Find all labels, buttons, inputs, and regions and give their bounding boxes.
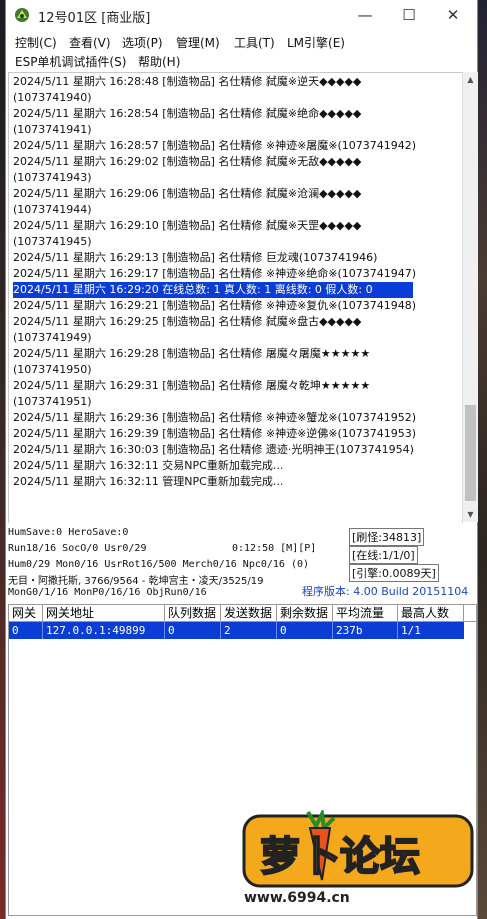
header-sent[interactable]: 发送数据 [221, 605, 277, 621]
log-line-selected[interactable]: 2024/5/11 星期六 16:29:20 在线总数: 1 真人数: 1 离线… [13, 282, 413, 298]
log-line: (1073741943) [13, 171, 92, 184]
cell-max-users: 1/1 [401, 624, 421, 637]
version-label: 程序版本: 4.00 Build 20151104 [302, 585, 469, 598]
log-line: 2024/5/11 星期六 16:28:48 [制造物品] 名仕精修 弑魔※逆天… [13, 75, 362, 88]
log-line: 2024/5/11 星期六 16:28:54 [制造物品] 名仕精修 弑魔※绝命… [13, 107, 362, 120]
online-count-box: [在线:1/1/0] [349, 546, 418, 564]
status-hum-counts: Hum0/29 Mon0/16 UsrRot16/500 Merch0/16 N… [8, 559, 310, 570]
menu-esp-plugin[interactable]: ESP单机调试插件(S) [15, 53, 126, 70]
menu-help[interactable]: 帮助(H) [138, 53, 180, 70]
status-boss-line: 无目・阿撒托斯, 3766/9564 - 乾坤宫主・凌天/3525/19 [8, 576, 264, 587]
cell-queue: 0 [165, 622, 221, 639]
log-line: 2024/5/11 星期六 16:29:36 [制造物品] 名仕精修 ※神迹※蟹… [13, 411, 417, 424]
app-icon [15, 8, 29, 22]
scroll-down-arrow-icon[interactable]: ▼ [463, 507, 478, 522]
header-avg-flow[interactable]: 平均流量 [333, 605, 398, 621]
menu-control[interactable]: 控制(C) [15, 34, 57, 51]
menu-bar: 控制(C) 查看(V) 选项(P) 管理(M) 工具(T) LM引擎(E) ES… [6, 31, 477, 71]
cell-remaining: 0 [277, 622, 333, 639]
close-button[interactable]: ✕ [431, 0, 475, 30]
log-line: 2024/5/11 星期六 16:32:11 交易NPC重新加载完成... [13, 459, 284, 472]
log-panel[interactable]: 2024/5/11 星期六 16:28:48 [制造物品] 名仕精修 弑魔※逆天… [8, 72, 463, 524]
menu-tools[interactable]: 工具(T) [234, 34, 275, 51]
log-line: 2024/5/11 星期六 16:29:06 [制造物品] 名仕精修 弑魔※沧澜… [13, 187, 362, 200]
maximize-button[interactable]: ☐ [387, 0, 431, 30]
cell-gateway: 0 [9, 622, 43, 639]
header-address[interactable]: 网关地址 [43, 605, 165, 621]
cell-address: 127.0.0.1:49899 [43, 622, 165, 639]
log-line: (1073741944) [13, 203, 92, 216]
header-max-users[interactable]: 最高人数 [398, 605, 464, 621]
scroll-thumb[interactable] [465, 405, 476, 501]
log-line: (1073741940) [13, 91, 92, 104]
table-row[interactable]: 0 127.0.0.1:49899 0 2 0 237b 1/1 [9, 622, 464, 639]
engine-days-box: [引擎:0.0089天] [349, 564, 439, 582]
menu-manage[interactable]: 管理(M) [176, 34, 220, 51]
log-line: 2024/5/11 星期六 16:29:10 [制造物品] 名仕精修 弑魔※天罡… [13, 219, 362, 232]
log-line: (1073741945) [13, 235, 92, 248]
log-line: (1073741941) [13, 123, 92, 136]
header-queue[interactable]: 队列数据 [165, 605, 221, 621]
log-line: 2024/5/11 星期六 16:29:02 [制造物品] 名仕精修 弑魔※无敌… [13, 155, 362, 168]
log-line: 2024/5/11 星期六 16:30:03 [制造物品] 名仕精修 遗迹·光明… [13, 443, 414, 456]
status-uptime: 0:12:50 [M][P] [232, 543, 317, 554]
minimize-button[interactable]: — [343, 0, 387, 30]
log-line: 2024/5/11 星期六 16:29:17 [制造物品] 名仕精修 ※神迹※绝… [13, 267, 417, 280]
log-line: (1073741951) [13, 395, 92, 408]
logo-text: 萝卜论坛 [260, 834, 420, 880]
status-save-counts: HumSave:0 HeroSave:0 [8, 527, 129, 538]
log-line: 2024/5/11 星期六 16:32:11 管理NPC重新加载完成... [13, 475, 284, 488]
menu-view[interactable]: 查看(V) [69, 34, 111, 51]
watermark-logo: www.6994.cn 萝卜论坛 [238, 807, 478, 910]
header-gateway[interactable]: 网关 [9, 605, 43, 621]
log-line: 2024/5/11 星期六 16:28:57 [制造物品] 名仕精修 ※神迹※屠… [13, 139, 417, 152]
log-line: (1073741949) [13, 331, 92, 344]
log-line: (1073741950) [13, 363, 92, 376]
menu-lm-engine[interactable]: LM引擎(E) [287, 34, 345, 51]
log-line: 2024/5/11 星期六 16:29:39 [制造物品] 名仕精修 ※神迹※逆… [13, 427, 417, 440]
header-remaining[interactable]: 剩余数据 [277, 605, 333, 621]
status-mon-counts: MonG0/1/16 MonP0/16/16 ObjRun0/16 [8, 587, 207, 598]
window-title: 12号01区 [商业版] [38, 11, 151, 26]
server-window: 12号01区 [商业版] — ☐ ✕ 控制(C) 查看(V) 选项(P) 管理(… [5, 0, 478, 919]
desktop-background-right [477, 0, 487, 919]
logo-url: www.6994.cn [244, 890, 350, 906]
log-scrollbar[interactable]: ▲ ▼ [462, 72, 478, 522]
carrot-logo-icon: www.6994.cn 萝卜论坛 [242, 807, 474, 906]
log-line: 2024/5/11 星期六 16:29:28 [制造物品] 名仕精修 屠魔々屠魔… [13, 347, 371, 360]
table-header: 网关 网关地址 队列数据 发送数据 剩余数据 平均流量 最高人数 [9, 605, 476, 622]
cell-sent: 2 [221, 622, 277, 639]
status-run-counts: Run18/16 SocO/0 Usr0/29 [8, 543, 147, 554]
title-bar[interactable]: 12号01区 [商业版] — ☐ ✕ [6, 0, 477, 30]
status-panel: HumSave:0 HeroSave:0 Run18/16 SocO/0 Usr… [6, 523, 477, 603]
log-line: 2024/5/11 星期六 16:29:31 [制造物品] 名仕精修 屠魔々乾坤… [13, 379, 371, 392]
log-line: 2024/5/11 星期六 16:29:13 [制造物品] 名仕精修 巨龙魂(1… [13, 251, 378, 264]
menu-options[interactable]: 选项(P) [122, 34, 163, 51]
cell-avg-flow: 237b [333, 622, 398, 639]
log-line: 2024/5/11 星期六 16:29:21 [制造物品] 名仕精修 ※神迹※复… [13, 299, 417, 312]
refresh-count-box: [刷怪:34813] [349, 528, 425, 546]
log-line: 2024/5/11 星期六 16:29:25 [制造物品] 名仕精修 弑魔※盘古… [13, 315, 362, 328]
scroll-up-arrow-icon[interactable]: ▲ [463, 72, 478, 87]
